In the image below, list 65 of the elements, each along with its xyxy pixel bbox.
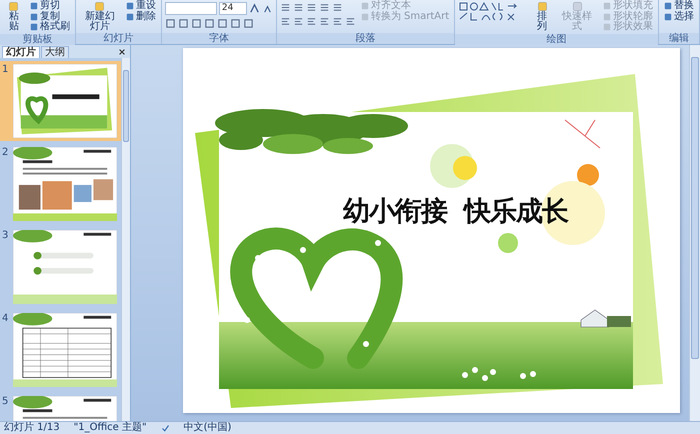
slide-thumbnail-drawing[interactable]	[13, 230, 117, 304]
slide-number: 2	[2, 147, 10, 158]
format-icon[interactable]	[178, 18, 189, 29]
slide-thumbnail-row[interactable]: 1	[0, 61, 121, 141]
list-icon[interactable]	[292, 2, 304, 13]
group-label: 绘图	[455, 34, 658, 44]
ribbon-button[interactable]: 排列	[531, 1, 554, 32]
ribbon-button[interactable]: 新建幻灯片	[78, 1, 121, 32]
ribbon-button[interactable]: 复制	[28, 12, 72, 22]
shrink-font-icon[interactable]	[262, 3, 273, 14]
group-label: 剪贴板	[0, 34, 75, 44]
panel-tab[interactable]: 幻灯片	[2, 46, 40, 58]
format-icon[interactable]	[242, 18, 254, 29]
align-icon[interactable]	[344, 16, 356, 27]
slide-number: 1	[2, 64, 10, 75]
command-icon	[94, 1, 106, 12]
ribbon-button[interactable]: 选择	[662, 12, 696, 22]
slide-thumbnail-drawing[interactable]	[13, 147, 117, 221]
format-icon[interactable]	[230, 18, 241, 29]
format-icon[interactable]	[190, 18, 202, 29]
format-icon[interactable]	[216, 18, 228, 29]
scrollbar[interactable]	[121, 58, 130, 421]
list-icon[interactable]	[318, 2, 330, 13]
format-icon[interactable]	[204, 18, 215, 29]
command-icon	[572, 1, 583, 12]
align-icon[interactable]	[280, 16, 291, 27]
scrollbar[interactable]	[689, 45, 700, 421]
slide-thumbnail-drawing[interactable]	[13, 64, 117, 138]
ribbon-button[interactable]: 替换	[662, 1, 696, 12]
font-name-field[interactable]	[164, 2, 217, 15]
slide-title[interactable]: 幼小衔接 快乐成长	[343, 193, 568, 229]
align-icon[interactable]	[332, 16, 343, 27]
ribbon-button[interactable]: 粘贴	[3, 1, 25, 32]
align-icon[interactable]	[292, 16, 304, 27]
group-label: 字体	[162, 33, 276, 44]
command-icon	[8, 1, 20, 12]
ribbon-button[interactable]: 重设	[124, 1, 158, 12]
font-size-field[interactable]: 24	[218, 2, 247, 15]
slide-thumbnail-row[interactable]: 3	[0, 227, 121, 307]
group-label: 编辑	[659, 33, 699, 44]
status-text: "1_Office 主题"	[74, 422, 147, 434]
slide-thumbnail-drawing[interactable]	[13, 313, 117, 387]
group-label: 幻灯片	[76, 33, 161, 44]
list-icon[interactable]	[306, 2, 317, 13]
slide-number: 3	[2, 230, 10, 241]
slide-thumbnail-row[interactable]: 5	[0, 393, 121, 421]
command-icon	[536, 1, 548, 12]
ribbon-button[interactable]: 删除	[124, 12, 158, 22]
panel-tab[interactable]: 大纲	[41, 46, 69, 58]
spellcheck-icon[interactable]	[160, 424, 170, 432]
slide-thumbnail-row[interactable]: 4	[0, 310, 121, 390]
align-icon[interactable]	[318, 16, 330, 27]
list-icon[interactable]	[280, 2, 291, 13]
align-icon[interactable]	[306, 16, 317, 27]
group-label: 段落	[276, 33, 454, 44]
status-text: 中文(中国)	[184, 422, 232, 434]
format-icon[interactable]	[164, 18, 176, 29]
slide-number: 5	[2, 396, 10, 407]
slide-number: 4	[2, 313, 10, 324]
grow-font-icon[interactable]	[248, 3, 260, 14]
close-icon[interactable]	[118, 48, 126, 56]
list-icon[interactable]	[332, 2, 343, 13]
slide-thumbnail-row[interactable]: 2	[0, 144, 121, 224]
ribbon-button[interactable]: 格式刷	[28, 22, 72, 32]
status-text: 幻灯片 1/13	[4, 422, 60, 434]
